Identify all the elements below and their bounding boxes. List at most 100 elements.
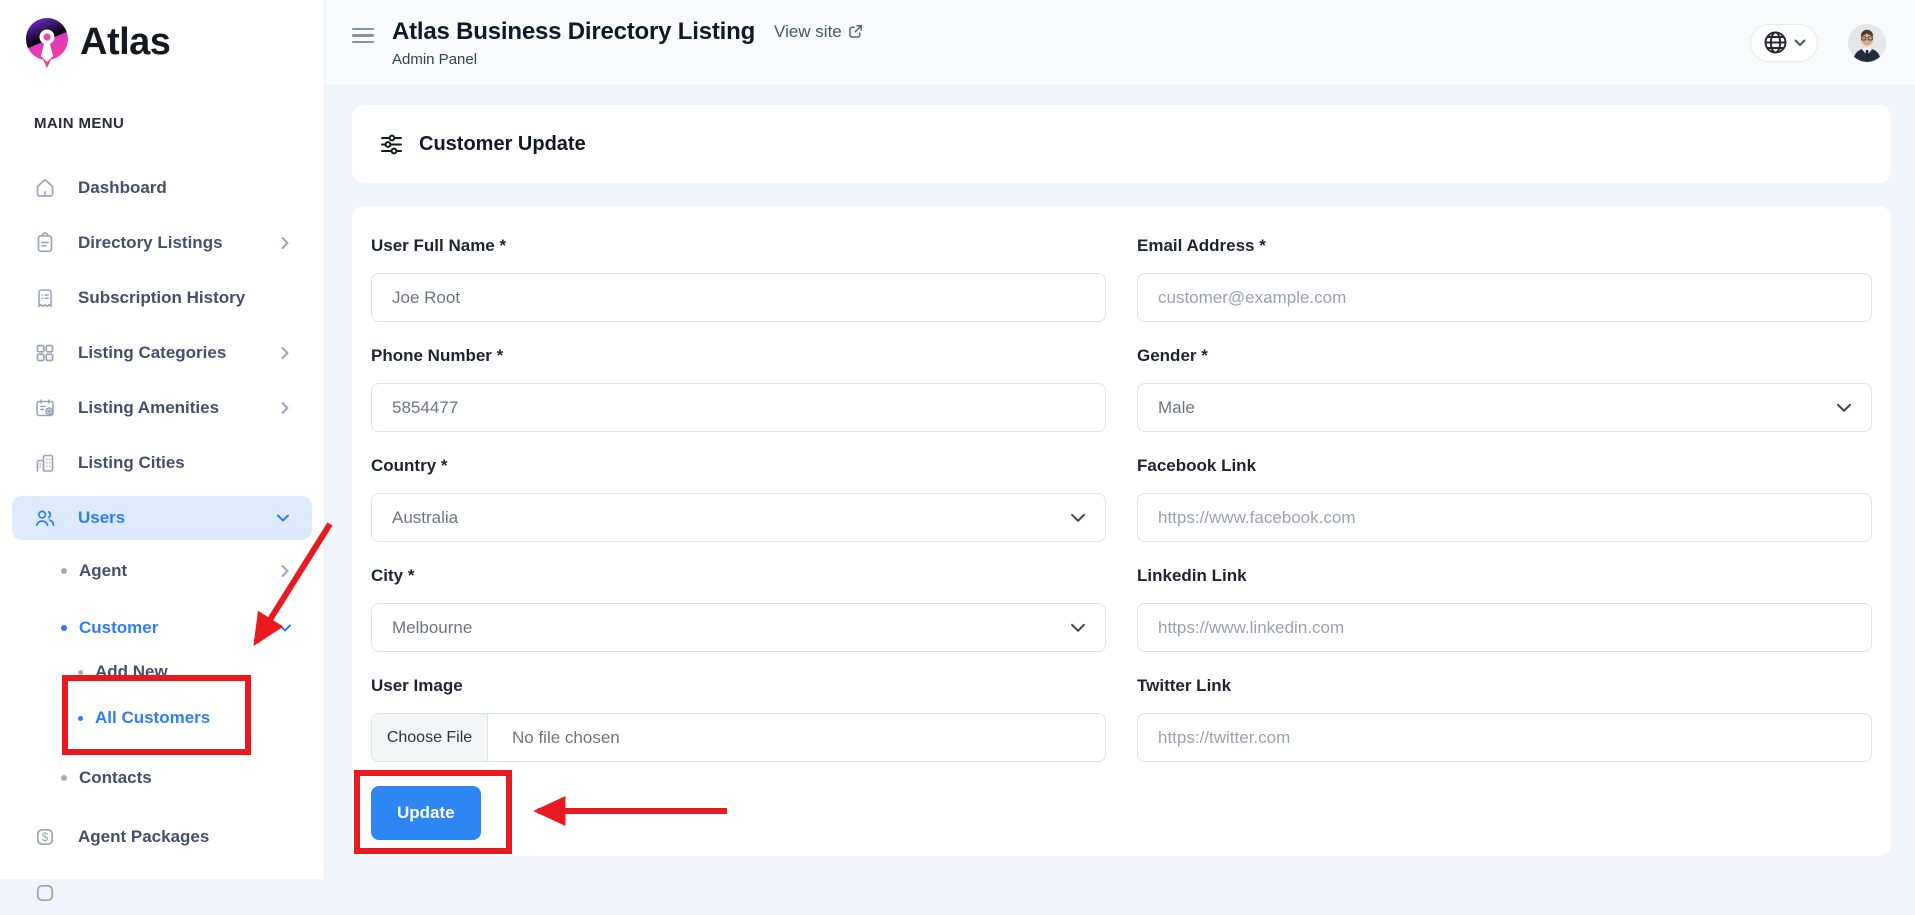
calendar-plus-icon (34, 397, 56, 419)
sidebar: Atlas MAIN MENU Dashboard Directory List… (0, 0, 325, 879)
sidebar-item-label: Dashboard (78, 178, 167, 198)
chevron-down-icon (1836, 403, 1852, 413)
chevron-down-icon (1070, 513, 1086, 523)
admin-panel-label: Admin Panel (392, 51, 863, 68)
svg-text:$: $ (42, 832, 49, 844)
grid-icon (34, 342, 56, 364)
clipboard-icon (34, 232, 56, 254)
phone-label: Phone Number * (371, 346, 1106, 366)
sidebar-item-label: Customer (79, 618, 158, 638)
linkedin-input[interactable] (1137, 603, 1872, 652)
user-image-label: User Image (371, 676, 1106, 696)
sidebar-item-users[interactable]: Users (12, 496, 312, 540)
field-country: Country * Australia (371, 456, 1106, 542)
chevron-right-icon (280, 346, 290, 360)
city-selected-value: Melbourne (392, 618, 472, 638)
globe-icon (1763, 30, 1788, 55)
field-facebook: Facebook Link (1137, 456, 1872, 542)
chevron-down-icon (276, 513, 290, 523)
bullet-icon (61, 568, 67, 574)
submit-row: Update (371, 786, 1106, 840)
linkedin-label: Linkedin Link (1137, 566, 1872, 586)
user-full-name-input[interactable] (371, 273, 1106, 322)
field-gender: Gender * Male (1137, 346, 1872, 432)
sidebar-item-partial[interactable] (12, 871, 312, 915)
sidebar-item-directory-listings[interactable]: Directory Listings (12, 221, 312, 265)
page-content: Customer Update User Full Name * Email A… (325, 85, 1915, 879)
twitter-label: Twitter Link (1137, 676, 1872, 696)
sidebar-item-label: Agent (79, 561, 127, 581)
sidebar-item-dashboard[interactable]: Dashboard (12, 166, 312, 210)
email-label: Email Address * (1137, 236, 1872, 256)
bullet-icon (61, 625, 67, 631)
sidebar-item-agent[interactable]: Agent (12, 551, 312, 591)
field-email: Email Address * (1137, 236, 1872, 322)
chevron-down-icon (1070, 623, 1086, 633)
email-input[interactable] (1137, 273, 1872, 322)
page-title: Customer Update (419, 133, 586, 156)
bullet-icon (61, 775, 67, 781)
main-area: Atlas Business Directory Listing View si… (325, 0, 1915, 879)
sidebar-item-all-customers[interactable]: All Customers (12, 700, 312, 736)
sidebar-item-add-new[interactable]: Add New (12, 654, 312, 690)
sidebar-item-subscription-history[interactable]: Subscription History (12, 276, 312, 320)
sidebar-item-label: Listing Cities (78, 453, 185, 473)
box-icon (34, 882, 56, 904)
phone-input[interactable] (371, 383, 1106, 432)
field-user-image: User Image Choose File No file chosen (371, 676, 1106, 762)
app-title: Atlas Business Directory Listing (392, 18, 755, 46)
sidebar-item-agent-packages[interactable]: $ Agent Packages (12, 815, 312, 859)
gender-select[interactable]: Male (1137, 383, 1872, 432)
field-linkedin: Linkedin Link (1137, 566, 1872, 652)
hamburger-icon[interactable] (352, 28, 374, 44)
field-city: City * Melbourne (371, 566, 1106, 652)
avatar[interactable] (1848, 24, 1886, 62)
sidebar-item-listing-categories[interactable]: Listing Categories (12, 331, 312, 375)
sidebar-item-label: Subscription History (78, 288, 245, 308)
external-link-icon (848, 24, 863, 39)
chevron-right-icon (280, 401, 290, 415)
chevron-right-icon (280, 564, 290, 578)
buildings-icon (34, 452, 56, 474)
bullet-icon (78, 670, 83, 675)
gender-label: Gender * (1137, 346, 1872, 366)
city-select[interactable]: Melbourne (371, 603, 1106, 652)
topbar-actions (1750, 24, 1886, 62)
view-site-link[interactable]: View site (774, 22, 863, 42)
header-text: Atlas Business Directory Listing View si… (392, 18, 863, 68)
language-selector[interactable] (1750, 24, 1818, 62)
choose-file-button[interactable]: Choose File (372, 714, 488, 761)
sidebar-item-label: Agent Packages (78, 827, 209, 847)
country-selected-value: Australia (392, 508, 458, 528)
sidebar-item-listing-cities[interactable]: Listing Cities (12, 441, 312, 485)
update-button[interactable]: Update (371, 786, 481, 840)
menu-section-label: MAIN MENU (34, 115, 324, 133)
gender-selected-value: Male (1158, 398, 1195, 418)
chevron-right-icon (280, 236, 290, 250)
sidebar-item-label: Users (78, 508, 125, 528)
dollar-icon: $ (34, 826, 56, 848)
sidebar-item-label: Listing Amenities (78, 398, 219, 418)
atlas-pin-icon (20, 15, 74, 71)
country-select[interactable]: Australia (371, 493, 1106, 542)
main-menu: Dashboard Directory Listings Subscript (0, 166, 324, 915)
sidebar-item-contacts[interactable]: Contacts (12, 758, 312, 798)
country-label: Country * (371, 456, 1106, 476)
brand-name: Atlas (80, 21, 170, 64)
brand-logo[interactable]: Atlas (0, 0, 324, 85)
facebook-input[interactable] (1137, 493, 1872, 542)
home-icon (34, 177, 56, 199)
page-title-card: Customer Update (352, 105, 1891, 183)
view-site-label: View site (774, 22, 842, 42)
sidebar-item-label: Add New (95, 662, 168, 682)
chevron-down-icon (1794, 39, 1806, 47)
sidebar-item-label: Contacts (79, 768, 152, 788)
twitter-input[interactable] (1137, 713, 1872, 762)
sidebar-item-label: All Customers (95, 708, 210, 728)
user-image-file-input[interactable]: Choose File No file chosen (371, 713, 1106, 762)
sidebar-item-listing-amenities[interactable]: Listing Amenities (12, 386, 312, 430)
receipt-icon (34, 287, 56, 309)
sidebar-item-customer[interactable]: Customer (12, 608, 312, 648)
chevron-down-icon (278, 623, 292, 633)
field-phone: Phone Number * (371, 346, 1106, 432)
